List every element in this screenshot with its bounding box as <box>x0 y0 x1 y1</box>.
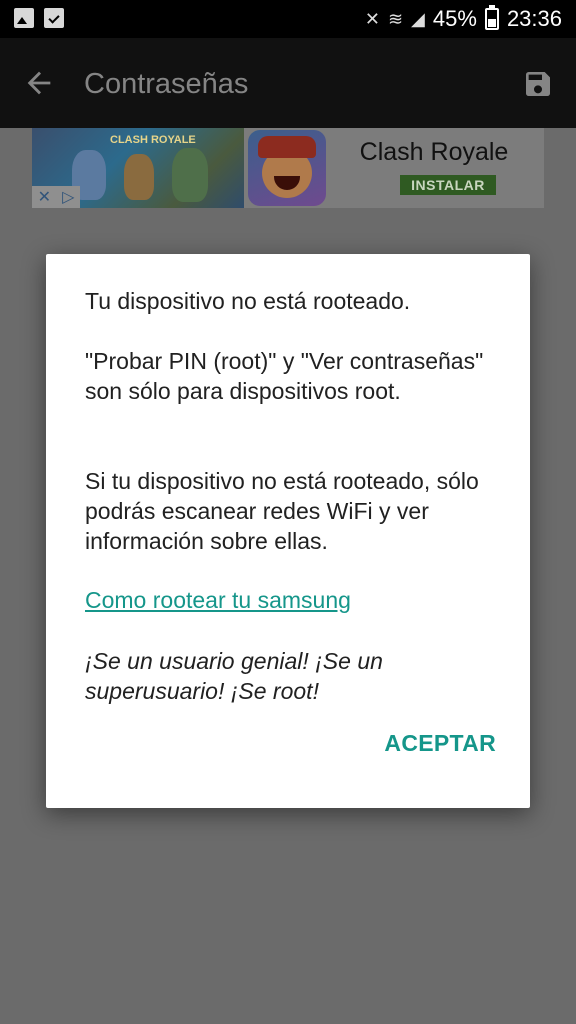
ad-choices[interactable]: ✕ ▷ <box>32 186 80 208</box>
dialog-message-4: ¡Se un usuario genial! ¡Se un superusuar… <box>85 648 383 704</box>
notification-icons <box>14 8 64 28</box>
system-icons: ✕ ≋ ◢ 45% 23:36 <box>364 5 562 32</box>
wifi-icon: ≋ <box>387 8 404 29</box>
ad-artwork: CLASH ROYALE ✕ ▷ <box>32 128 244 208</box>
clipboard-check-icon <box>44 8 64 28</box>
ad-banner[interactable]: CLASH ROYALE ✕ ▷ Clash Royale INSTALAR <box>32 128 544 208</box>
accept-button[interactable]: ACEPTAR <box>384 730 496 757</box>
close-icon: ✕ <box>37 189 51 206</box>
character-figure <box>172 148 208 202</box>
root-warning-dialog: Tu dispositivo no está rooteado. "Probar… <box>46 254 530 808</box>
dialog-message-2: "Probar PIN (root)" y "Ver contraseñas" … <box>85 348 484 404</box>
ad-game-name: Clash Royale <box>359 138 509 166</box>
clock: 23:36 <box>506 6 562 31</box>
dialog-message-3: Si tu dispositivo no está rooteado, sólo… <box>85 468 479 554</box>
battery-icon <box>484 5 499 30</box>
adchoices-icon: ▷ <box>62 189 75 206</box>
app-bar: Contraseñas <box>0 38 576 128</box>
save-button[interactable] <box>522 68 554 100</box>
ad-install-button[interactable]: INSTALAR <box>400 175 496 195</box>
app-icon-crown <box>258 136 316 158</box>
image-icon <box>14 8 34 28</box>
root-guide-link[interactable]: Como rootear tu samsung <box>85 585 351 615</box>
dialog-message-1: Tu dispositivo no está rooteado. <box>85 288 411 314</box>
signal-icon: ◢ <box>411 8 425 29</box>
ad-art-logo: CLASH ROYALE <box>110 134 196 146</box>
page-title: Contraseñas <box>84 68 249 100</box>
character-figure <box>124 154 154 200</box>
ad-app-icon <box>248 130 326 206</box>
battery-percent: 45% <box>432 6 477 31</box>
status-bar: ✕ ≋ ◢ 45% 23:36 <box>0 0 576 38</box>
floppy-disk-icon <box>526 72 550 96</box>
mute-vibrate-icon: ✕ <box>364 8 380 29</box>
arrow-left-icon <box>27 71 51 95</box>
back-button[interactable] <box>22 66 56 100</box>
